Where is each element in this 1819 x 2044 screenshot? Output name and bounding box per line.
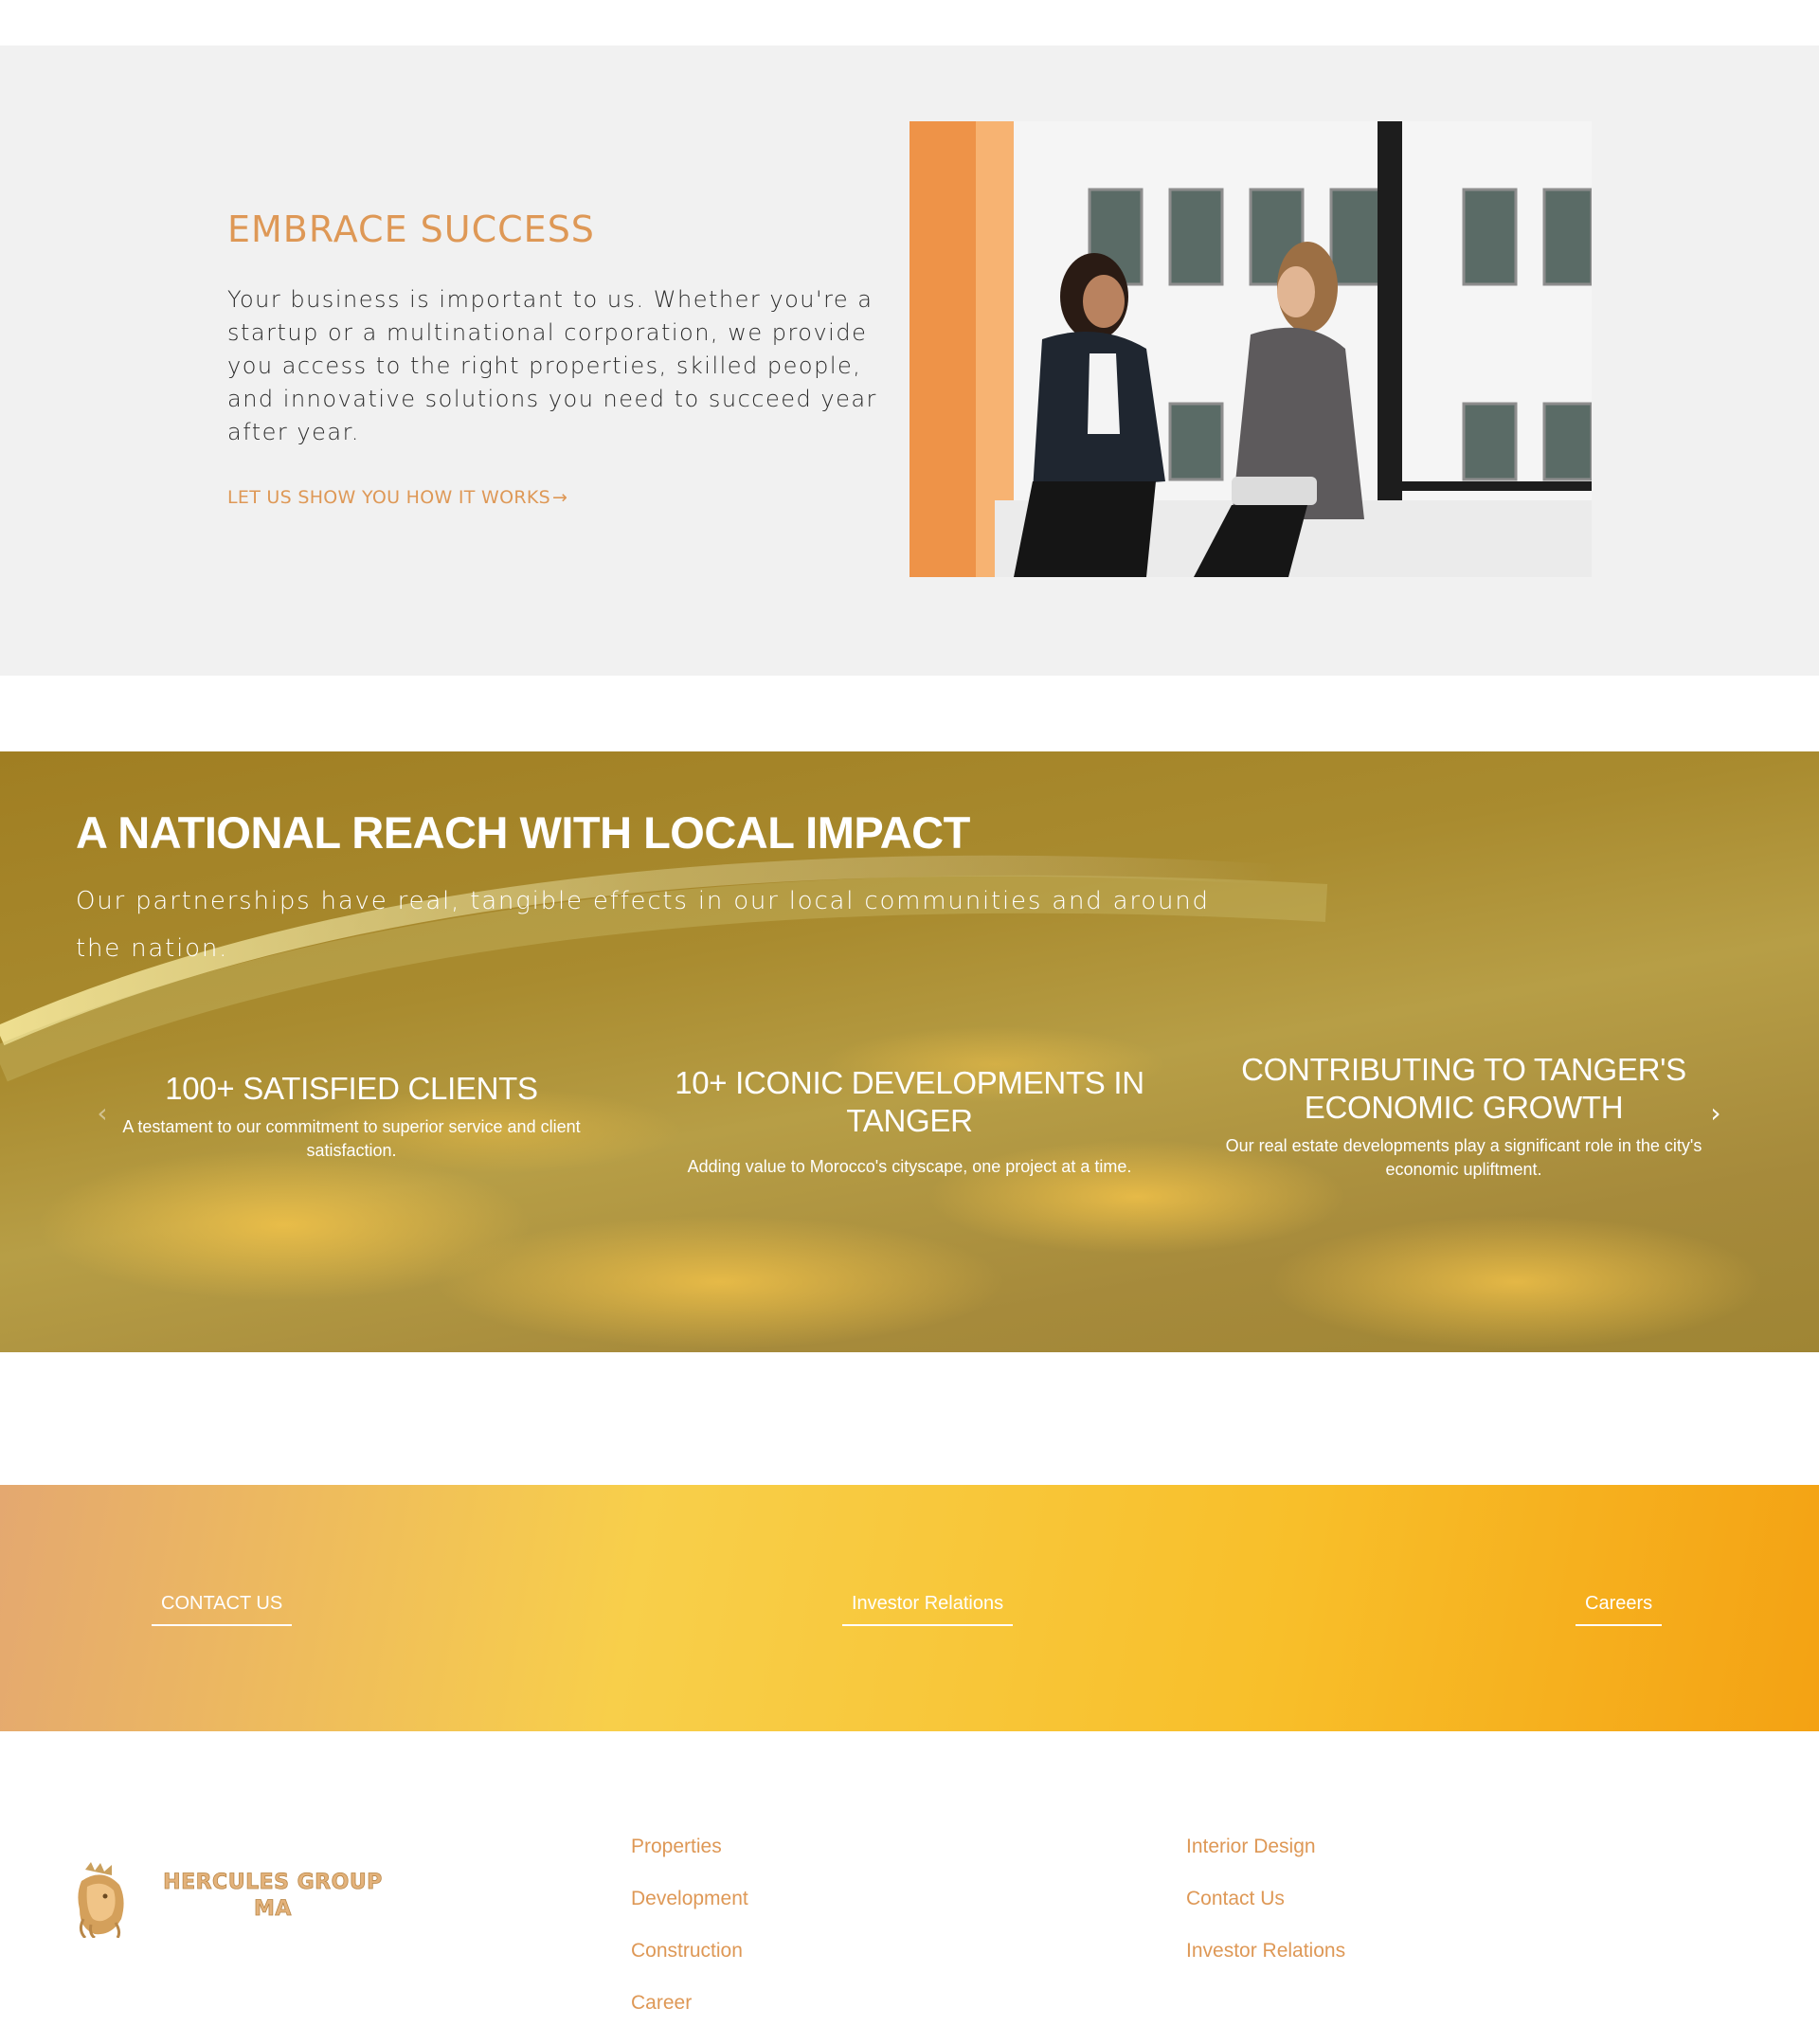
footer-nav-column-2: Interior Design Contact Us Investor Rela… [1186, 1836, 1345, 1992]
footer-link-interior-design[interactable]: Interior Design [1186, 1836, 1345, 1888]
stat-title: 10+ ICONIC DEVELOPMENTS IN TANGER [675, 1065, 1144, 1138]
contact-us-button[interactable]: CONTACT US [152, 1593, 293, 1626]
office-meeting-photo [910, 121, 1592, 577]
stat-card: 100+ SATISFIED CLIENTS A testament to ou… [91, 1070, 612, 1163]
investor-relations-button[interactable]: Investor Relations [842, 1593, 1014, 1626]
stat-text: Our real estate developments play a sign… [1225, 1136, 1702, 1179]
how-it-works-link[interactable]: LET US SHOW YOU HOW IT WORKS → [227, 487, 567, 508]
embrace-title: EMBRACE SUCCESS [227, 208, 595, 250]
stat-title: 100+ SATISFIED CLIENTS [165, 1071, 538, 1106]
hercules-group-logo[interactable]: HERCULES GROUP MA [74, 1862, 415, 1947]
footer-link-development[interactable]: Development [631, 1888, 748, 1940]
careers-button[interactable]: Careers [1576, 1593, 1663, 1626]
arrow-right-icon: → [552, 487, 568, 508]
how-it-works-label: LET US SHOW YOU HOW IT WORKS [227, 487, 551, 508]
reach-title: A NATIONAL REACH WITH LOCAL IMPACT [76, 807, 970, 858]
footer: HERCULES GROUP MA Properties Development… [0, 1731, 1819, 2035]
footer-link-career[interactable]: Career [631, 1992, 748, 2044]
stat-text: Adding value to Morocco's cityscape, one… [687, 1157, 1132, 1176]
embrace-success-section: EMBRACE SUCCESS Your business is importa… [0, 45, 1819, 676]
embrace-body: Your business is important to us. Whethe… [227, 286, 877, 445]
stat-title: CONTRIBUTING TO TANGER'S ECONOMIC GROWTH [1241, 1052, 1686, 1125]
footer-link-contact-us[interactable]: Contact Us [1186, 1888, 1345, 1940]
footer-link-construction[interactable]: Construction [631, 1940, 748, 1992]
cta-band: CONTACT US Investor Relations Careers [0, 1485, 1819, 1731]
footer-nav-column-1: Properties Development Construction Care… [631, 1836, 748, 2044]
national-reach-section: A NATIONAL REACH WITH LOCAL IMPACT Our p… [0, 751, 1819, 1352]
chevron-right-icon[interactable]: › [1702, 1100, 1729, 1127]
logo-text: HERCULES GROUP MA [163, 1871, 383, 1922]
stat-card: CONTRIBUTING TO TANGER'S ECONOMIC GROWTH… [1196, 1051, 1732, 1182]
lion-icon [78, 1862, 124, 1940]
stat-text: A testament to our commitment to superio… [122, 1117, 581, 1160]
stat-card: 10+ ICONIC DEVELOPMENTS IN TANGER Adding… [644, 1064, 1175, 1179]
footer-link-properties[interactable]: Properties [631, 1836, 748, 1888]
footer-link-investor-relations[interactable]: Investor Relations [1186, 1940, 1345, 1992]
reach-subtitle: Our partnerships have real, tangible eff… [76, 887, 1210, 963]
